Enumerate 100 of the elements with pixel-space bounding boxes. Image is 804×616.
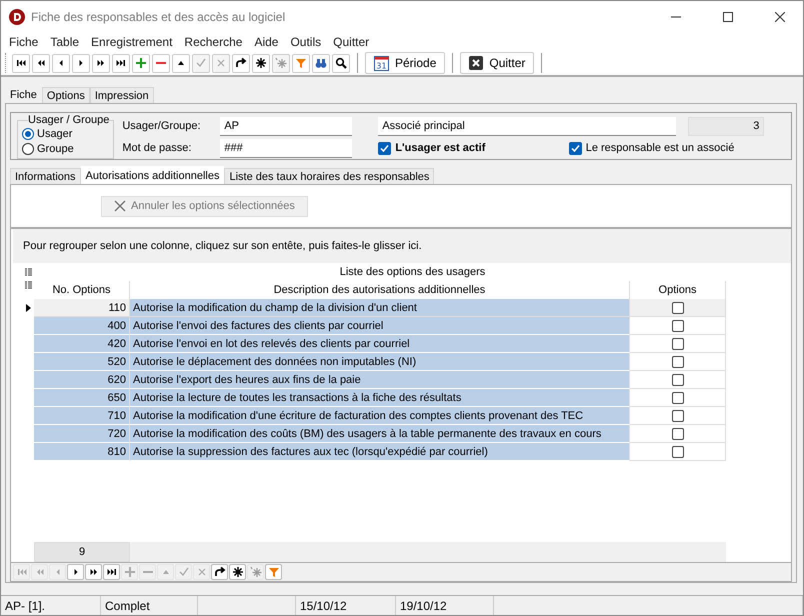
checkbox[interactable]	[672, 356, 684, 368]
menu-item[interactable]: Table	[44, 34, 86, 48]
search-icon	[335, 57, 347, 69]
table-cell: 110	[34, 299, 130, 317]
checkmark-icon	[178, 566, 190, 578]
faded-asterisk-icon	[250, 566, 262, 578]
menu-item[interactable]: Recherche	[178, 34, 248, 48]
menu-item[interactable]: Aide	[248, 34, 284, 48]
window-title: Fiche des responsables et des accès au logiciel	[31, 10, 286, 24]
field-label: Usager/Groupe:	[122, 120, 202, 132]
period-button[interactable]: 31 Période	[365, 52, 446, 74]
input-field[interactable]: AP	[220, 116, 352, 136]
quit-button[interactable]: Quitter	[460, 52, 534, 74]
table-cell: 720	[34, 425, 130, 443]
first-record-icon	[15, 57, 27, 69]
table-cell: 420	[34, 335, 130, 353]
asterisk-icon	[232, 566, 244, 578]
toolbar-button[interactable]	[112, 54, 130, 72]
redo-arrow-icon	[235, 57, 247, 69]
calendar-icon: 31	[374, 56, 389, 70]
double-right-arrow-icon	[95, 57, 107, 69]
status-cell: Complet	[101, 596, 198, 615]
navigator-button[interactable]	[229, 564, 246, 580]
checkbox[interactable]	[672, 302, 684, 314]
column-chooser-icon[interactable]	[25, 281, 32, 290]
tab[interactable]: Impression	[90, 87, 154, 103]
checkbox-label: Le responsable est un associé	[586, 142, 734, 154]
faded-asterisk-icon	[275, 57, 287, 69]
redo-arrow-icon	[214, 566, 226, 578]
toolbar-button[interactable]	[32, 54, 50, 72]
close-icon	[775, 12, 785, 22]
tab[interactable]: Informations	[10, 168, 81, 184]
cross-icon	[215, 57, 227, 69]
checkbox-label: L'usager est actif	[395, 142, 486, 154]
table-cell: 520	[34, 353, 130, 371]
field-label: Mot de passe:	[122, 142, 192, 154]
checkbox[interactable]	[378, 142, 392, 154]
table-cell: Autorise la suppression des factures aux tec (lorsqu'expédié par courriel)	[130, 443, 630, 461]
tab[interactable]: Liste des taux horaires des responsables	[224, 168, 434, 184]
maximize-icon	[723, 12, 733, 22]
table-cell: 400	[34, 317, 130, 335]
menu-item[interactable]: Outils	[284, 34, 328, 48]
table-cell: Autorise le déplacement des données non imputables (NI)	[130, 353, 630, 371]
table-cell: Autorise la modification du champ de la division d'un client	[130, 299, 630, 317]
toolbar-button[interactable]	[12, 54, 30, 72]
plus-icon	[135, 57, 147, 69]
input-field[interactable]: Associé principal	[378, 116, 676, 136]
status-cell: AP- [1].	[1, 596, 101, 615]
password-field[interactable]: ###	[220, 138, 352, 158]
filter-icon	[268, 566, 280, 578]
toolbar-button[interactable]	[312, 54, 330, 72]
grid-title: Liste des options des usagers	[338, 266, 486, 278]
radio-option[interactable]: Usager	[22, 126, 110, 141]
table-cell: Autorise la modification des coûts (BM) des usagers à la table permanente des travaux en cours	[130, 425, 630, 443]
checkbox[interactable]	[672, 392, 684, 404]
binoculars-icon	[315, 57, 327, 69]
table-cell: Autorise l'export des heures aux fins de la paie	[130, 371, 630, 389]
toolbar-button[interactable]	[92, 54, 110, 72]
checkbox[interactable]	[672, 446, 684, 458]
radio-option[interactable]: Groupe	[22, 141, 110, 156]
table-cell: Autorise l'envoi en lot des relevés des clients par courriel	[130, 335, 630, 353]
navigator-button[interactable]	[67, 564, 84, 580]
toolbar-button[interactable]	[232, 54, 250, 72]
checkbox[interactable]	[672, 374, 684, 386]
checkbox[interactable]	[672, 428, 684, 440]
first-record-icon	[16, 566, 28, 578]
last-record-icon	[106, 566, 118, 578]
navigator-button[interactable]	[211, 564, 228, 580]
close-icon	[469, 56, 484, 70]
table-cell: Autorise la modification d'une écriture de facturation des comptes clients provenant des TEC	[130, 407, 630, 425]
group-title: Usager / Groupe	[28, 114, 110, 126]
group-by-hint: Pour regrouper selon une colonne, cliquez sur son entête, puis faites-le glisser ici.	[13, 229, 791, 263]
double-right-arrow-icon	[88, 566, 100, 578]
toolbar-button[interactable]	[172, 54, 190, 72]
navigator-button[interactable]	[85, 564, 102, 580]
toolbar-button[interactable]	[332, 54, 350, 72]
asterisk-icon	[255, 57, 267, 69]
tab[interactable]: Options	[42, 87, 90, 103]
toolbar-button[interactable]	[252, 54, 270, 72]
checkbox[interactable]	[672, 338, 684, 350]
table-cell: Autorise la lecture de toutes les transactions à la fiche des résultats	[130, 389, 630, 407]
number-field[interactable]: 3	[688, 116, 764, 136]
toolbar-button[interactable]	[72, 54, 90, 72]
tab[interactable]: Autorisations additionnelles	[80, 166, 224, 184]
menu-item[interactable]: Enregistrement	[85, 34, 178, 48]
status-cell: 15/10/12	[296, 596, 396, 615]
column-chooser-icon[interactable]	[25, 268, 32, 276]
checkbox[interactable]	[672, 320, 684, 332]
app-logo-icon	[9, 8, 25, 24]
menu-item[interactable]: Fiche	[3, 34, 44, 48]
checkmark-icon	[195, 57, 207, 69]
navigator-button[interactable]	[103, 564, 120, 580]
cross-icon	[114, 200, 126, 212]
checkbox[interactable]	[672, 410, 684, 422]
toolbar-button[interactable]	[52, 54, 70, 72]
menu-item[interactable]: Quitter	[327, 34, 376, 48]
status-cell: 19/10/12	[396, 596, 494, 615]
plus-icon	[124, 566, 136, 578]
filter-icon	[295, 57, 307, 69]
checkbox[interactable]	[568, 142, 582, 154]
